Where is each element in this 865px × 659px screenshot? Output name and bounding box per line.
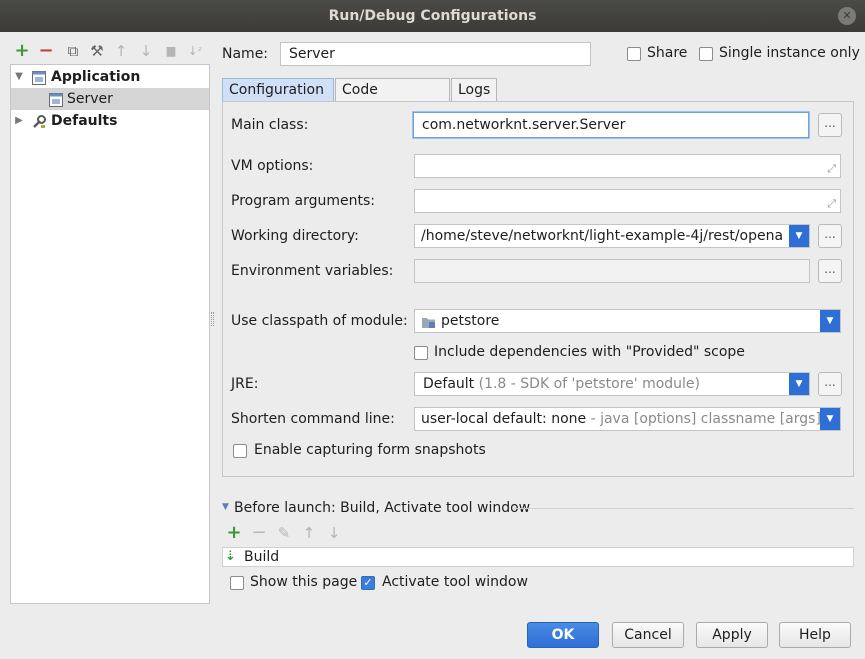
jre-label: JRE: [231,376,259,392]
server-config-icon [49,92,63,107]
before-launch-divider [512,508,854,509]
program-arguments-input[interactable]: ⤢ [414,189,841,213]
program-arguments-label: Program arguments: [231,193,375,209]
chevron-down-icon[interactable]: ▼ [789,225,809,247]
name-label: Name: [222,46,269,62]
vm-options-label: VM options: [231,158,314,174]
move-up-icon[interactable]: ↑ [111,40,131,62]
activate-tool-window-label: Activate tool window [382,574,528,590]
edit-task-icon[interactable]: ✎ [275,524,293,542]
close-button[interactable]: ✕ [838,7,856,25]
add-icon[interactable]: + [12,40,32,62]
environment-variables-label: Environment variables: [231,263,394,279]
shorten-command-line-hint: - java [options] classname [args] [590,411,821,427]
tree-item-application[interactable]: ▼ Application [11,66,209,88]
expand-icon[interactable]: ⤢ [827,193,836,212]
jre-hint: (1.8 - SDK of 'petstore' module) [478,376,701,392]
tab-configuration[interactable]: Configuration [222,78,334,102]
tab-code-coverage[interactable]: Code Coverage [335,78,450,120]
vm-options-input[interactable]: ⤢ [414,154,841,178]
ok-button[interactable]: OK [527,622,599,648]
folder-icon[interactable]: ▆ [161,40,181,62]
tree-label-application: Application [51,69,141,85]
classpath-module-label: Use classpath of module: [231,313,408,329]
tab-logs[interactable]: Logs [451,78,497,102]
share-label: Share [647,45,688,61]
copy-icon[interactable]: ⧉ [63,40,83,62]
name-input[interactable]: Server [280,42,591,66]
tree-item-server[interactable]: Server [11,88,209,110]
include-dependencies-label: Include dependencies with "Provided" sco… [434,344,745,360]
before-launch-task-build[interactable]: ⇣ Build [222,547,854,567]
application-icon [32,70,46,85]
working-directory-combo[interactable]: /home/steve/networknt/light-example-4j/r… [414,224,810,248]
main-class-browse-button[interactable]: ... [818,113,842,137]
shorten-command-line-value: user-local default: none [421,411,587,427]
move-down-icon[interactable]: ↓ [136,40,156,62]
show-this-page-label: Show this page [250,574,358,590]
run-debug-dialog: Run/Debug Configurations ✕ + − ⧉ ⚒ ↑ ↓ ▆… [0,0,865,659]
activate-tool-window-checkbox[interactable]: ✓ [361,576,375,590]
collapsed-arrow-icon[interactable]: ▶ [13,110,25,132]
move-task-up-icon[interactable]: ↑ [300,524,318,542]
splitter-handle[interactable] [211,312,214,326]
config-toolbar: + − ⧉ ⚒ ↑ ↓ ▆ ↓ᶻ [10,40,210,62]
main-class-label: Main class: [231,117,309,133]
module-folder-icon [422,314,436,332]
tree-item-defaults[interactable]: ▶ Defaults [11,110,209,132]
build-task-label: Build [244,549,280,565]
single-instance-checkbox[interactable] [699,47,713,61]
environment-variables-input[interactable] [414,259,810,283]
enable-snapshots-checkbox[interactable] [233,444,247,458]
title-bar: Run/Debug Configurations ✕ [0,0,865,32]
classpath-module-value: petstore [441,313,500,329]
config-tree: ▼ Application Server ▶ Defaults [10,64,210,604]
single-instance-label: Single instance only [719,45,860,61]
jre-browse-button[interactable]: ... [818,372,842,396]
share-checkbox[interactable] [627,47,641,61]
chevron-down-icon[interactable]: ▼ [820,408,840,430]
working-directory-value: /home/steve/networknt/light-example-4j/r… [421,228,784,244]
wrench-icon[interactable]: ⚒ [87,40,107,62]
defaults-wrench-icon [32,114,46,128]
sort-icon[interactable]: ↓ᶻ [185,40,205,62]
working-directory-browse-button[interactable]: ... [818,224,842,248]
expanded-arrow-icon[interactable]: ▼ [13,66,25,88]
remove-task-icon[interactable]: − [250,524,268,542]
before-launch-expanded-icon[interactable]: ▼ [222,502,229,512]
shorten-command-line-combo[interactable]: user-local default: none - java [options… [414,407,841,431]
build-icon: ⇣ [225,549,236,564]
shorten-command-line-label: Shorten command line: [231,411,395,427]
environment-variables-browse-button[interactable]: ... [818,259,842,283]
cancel-button[interactable]: Cancel [612,622,684,648]
move-task-down-icon[interactable]: ↓ [325,524,343,542]
help-button[interactable]: Help [779,622,851,648]
tree-label-server: Server [67,91,113,107]
show-this-page-checkbox[interactable] [230,576,244,590]
jre-value: Default [423,376,475,392]
chevron-down-icon[interactable]: ▼ [789,373,809,395]
enable-snapshots-label: Enable capturing form snapshots [254,442,486,458]
expand-icon[interactable]: ⤢ [827,158,836,177]
window-title: Run/Debug Configurations [328,8,537,24]
chevron-down-icon[interactable]: ▼ [820,310,840,332]
apply-button[interactable]: Apply [696,622,768,648]
add-task-icon[interactable]: + [225,524,243,542]
include-dependencies-checkbox[interactable] [414,346,428,360]
before-launch-title[interactable]: Before launch: Build, Activate tool wind… [234,498,530,518]
main-class-input[interactable]: com.networknt.server.Server [413,112,809,138]
remove-icon[interactable]: − [36,40,56,62]
tree-label-defaults: Defaults [51,113,118,129]
working-directory-label: Working directory: [231,228,359,244]
jre-combo[interactable]: Default (1.8 - SDK of 'petstore' module)… [414,372,810,396]
classpath-module-combo[interactable]: petstore ▼ [414,309,841,333]
